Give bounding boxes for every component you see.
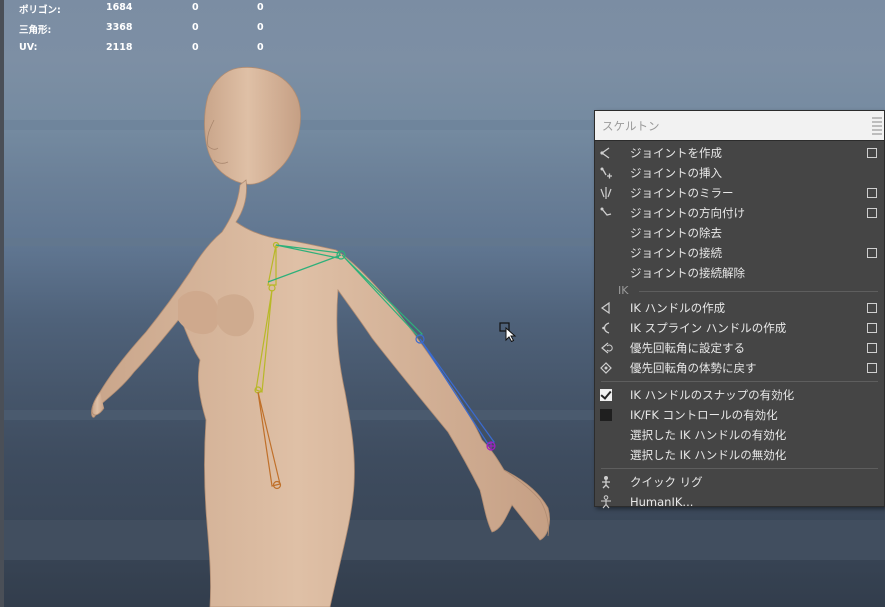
option-box-icon[interactable] — [867, 303, 877, 313]
menu-item-label: ジョイントの除去 — [630, 226, 722, 240]
hud-value: 0 — [192, 22, 199, 33]
preferred-angle-assume-icon — [600, 362, 612, 374]
joint-create-icon — [600, 147, 610, 159]
hud-label: UV: — [19, 42, 38, 53]
option-box-icon[interactable] — [867, 323, 877, 333]
checked-checkbox-icon[interactable] — [600, 389, 612, 401]
option-box-icon[interactable] — [867, 148, 877, 158]
option-box-icon[interactable] — [867, 363, 877, 373]
menu-item-set-preferred-angle[interactable]: 優先回転角に設定する — [595, 338, 884, 358]
menu-item-label: IK ハンドルの作成 — [630, 301, 726, 315]
menu-item-label: ジョイントの接続 — [630, 246, 722, 260]
quick-rig-icon — [602, 476, 610, 489]
hud-label: 三角形: — [19, 25, 52, 36]
character-body — [91, 66, 550, 607]
menu-item-disconnect-joint[interactable]: ジョイントの接続解除 — [595, 263, 884, 283]
wrist-joint — [486, 441, 496, 451]
menu-item-quick-rig[interactable]: クイック リグ — [595, 472, 884, 492]
menu-item-label: 優先回転角に設定する — [630, 341, 745, 355]
joint-insert-icon — [600, 167, 612, 179]
hud-value: 0 — [192, 2, 199, 13]
menu-item-label: HumanIK... — [630, 495, 694, 509]
menu-item-label: ジョイントの接続解除 — [630, 266, 745, 280]
menu-item-label: 選択した IK ハンドルの有効化 — [630, 428, 787, 442]
menu-item-connect-joint[interactable]: ジョイントの接続 — [595, 243, 884, 263]
hud-value: 0 — [257, 42, 264, 53]
preferred-angle-set-icon — [601, 342, 613, 354]
unchecked-checkbox-icon[interactable] — [600, 409, 612, 421]
option-box-icon[interactable] — [867, 188, 877, 198]
menu-item-remove-joint[interactable]: ジョイントの除去 — [595, 223, 884, 243]
menu-item-insert-joint[interactable]: ジョイントの挿入 — [595, 163, 884, 183]
humanik-icon — [601, 495, 611, 509]
hud-label: ポリゴン: — [19, 5, 61, 16]
menu-item-label: IK スプライン ハンドルの作成 — [630, 321, 787, 335]
hud-row-triangles: 三角形: 3368 0 0 — [19, 22, 279, 42]
menu-item-label: 優先回転角の体勢に戻す — [630, 361, 757, 375]
option-box-icon[interactable] — [867, 248, 877, 258]
menu-separator — [595, 465, 884, 472]
ik-handle-icon — [600, 301, 610, 315]
menu-item-enable-selected-ik[interactable]: 選択した IK ハンドルの有効化 — [595, 425, 884, 445]
menu-item-orient-joint[interactable]: ジョイントの方向付け — [595, 203, 884, 223]
hud-row-uv: UV: 2118 0 0 — [19, 42, 279, 62]
menu-item-ikfk-control-toggle[interactable]: IK/FK コントロールの有効化 — [595, 405, 884, 425]
hud-value: 0 — [192, 42, 199, 53]
ik-spline-icon — [602, 322, 610, 334]
menu-item-label: ジョイントを作成 — [630, 146, 722, 160]
hud-value: 1684 — [106, 2, 133, 13]
hud-row-polygons: ポリゴン: 1684 0 0 — [19, 2, 279, 22]
section-label: IK — [618, 284, 629, 297]
menu-item-label: ジョイントのミラー — [630, 186, 734, 200]
skeleton-menu[interactable]: スケルトン ジョイントを作成 ジョイントの挿入 ジョイントのミラー ジョイントの… — [594, 110, 885, 509]
menu-item-label: ジョイントの挿入 — [630, 166, 722, 180]
menu-item-mirror-joints[interactable]: ジョイントのミラー — [595, 183, 884, 203]
option-box-icon[interactable] — [867, 208, 877, 218]
menu-item-humanik[interactable]: HumanIK... — [595, 492, 884, 512]
menu-item-assume-preferred-angle[interactable]: 優先回転角の体勢に戻す — [595, 358, 884, 378]
mouse-cursor-icon — [499, 322, 517, 342]
menu-item-label: 選択した IK ハンドルの無効化 — [630, 448, 787, 462]
menu-item-disable-selected-ik[interactable]: 選択した IK ハンドルの無効化 — [595, 445, 884, 465]
joint-orient-icon — [600, 207, 612, 216]
menu-item-label: ジョイントの方向付け — [630, 206, 745, 220]
hud-value: 0 — [257, 22, 264, 33]
menu-item-create-ik-handle[interactable]: IK ハンドルの作成 — [595, 298, 884, 318]
menu-separator — [595, 378, 884, 385]
menu-item-ik-snap-toggle[interactable]: IK ハンドルのスナップの有効化 — [595, 385, 884, 405]
hud-value: 2118 — [106, 42, 133, 53]
menu-title: スケルトン — [602, 119, 660, 133]
section-header-ik: IK — [595, 283, 884, 298]
hud-value: 0 — [257, 2, 264, 13]
menu-title-bar[interactable]: スケルトン — [595, 111, 884, 141]
tear-off-grip-icon[interactable] — [872, 117, 882, 135]
poly-count-hud: ポリゴン: 1684 0 0 三角形: 3368 0 0 UV: 2118 0 … — [19, 2, 279, 62]
menu-item-create-joints[interactable]: ジョイントを作成 — [595, 143, 884, 163]
hud-value: 3368 — [106, 22, 133, 33]
menu-item-label: IK/FK コントロールの有効化 — [630, 408, 778, 422]
menu-item-label: クイック リグ — [630, 475, 703, 489]
joint-mirror-icon — [600, 187, 612, 199]
option-box-icon[interactable] — [867, 343, 877, 353]
menu-item-label: IK ハンドルのスナップの有効化 — [630, 388, 795, 402]
menu-item-create-ik-spline-handle[interactable]: IK スプライン ハンドルの作成 — [595, 318, 884, 338]
